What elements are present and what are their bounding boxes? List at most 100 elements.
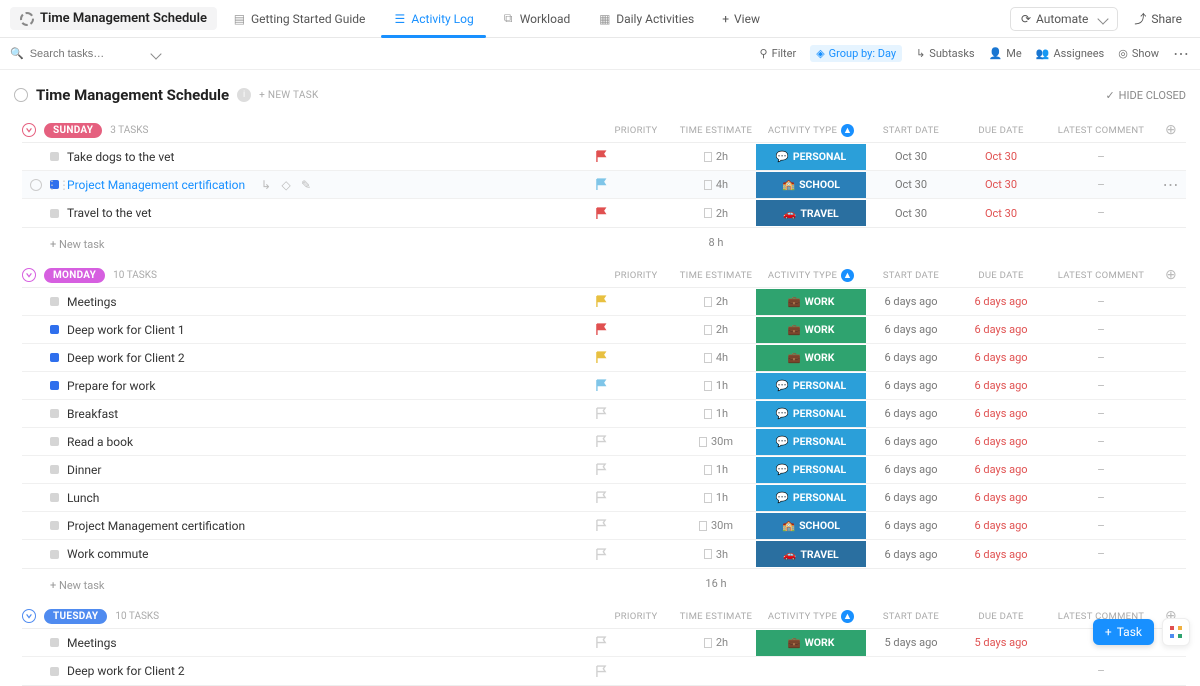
status-square[interactable] xyxy=(50,493,59,502)
priority-flag[interactable] xyxy=(596,351,607,364)
status-square[interactable] xyxy=(50,638,59,647)
priority-flag[interactable] xyxy=(596,665,607,678)
edit-icon[interactable]: ✎ xyxy=(299,178,313,192)
filter-button[interactable]: ⚲Filter xyxy=(760,47,797,60)
due-date-cell[interactable]: 6 days ago xyxy=(956,491,1046,504)
priority-flag[interactable] xyxy=(596,519,607,532)
due-date-cell[interactable]: 6 days ago xyxy=(956,519,1046,532)
status-square[interactable] xyxy=(50,465,59,474)
collapse-toggle[interactable] xyxy=(22,123,36,137)
subtasks-button[interactable]: ↳Subtasks xyxy=(916,47,975,60)
priority-flag[interactable] xyxy=(596,379,607,392)
start-date-cell[interactable]: 6 days ago xyxy=(866,295,956,308)
activity-type-tag[interactable]: 🏫SCHOOL xyxy=(756,513,866,539)
priority-flag[interactable] xyxy=(596,491,607,504)
status-square[interactable] xyxy=(50,152,59,161)
comment-cell[interactable]: – xyxy=(1046,379,1156,393)
due-date-cell[interactable]: Oct 30 xyxy=(956,150,1046,163)
new-task-button[interactable]: + New task xyxy=(22,573,104,594)
priority-flag[interactable] xyxy=(596,407,607,420)
view-tab-activity-log[interactable]: ☰Activity Log xyxy=(381,0,485,38)
chevron-down-icon[interactable] xyxy=(150,48,161,59)
task-row[interactable]: Meetings 2h 💼WORK 5 days ago 5 days ago … xyxy=(22,629,1186,657)
status-square[interactable] xyxy=(50,353,59,362)
time-estimate-cell[interactable]: 4h xyxy=(676,178,756,191)
activity-type-tag[interactable]: 💬PERSONAL xyxy=(756,401,866,427)
priority-flag[interactable] xyxy=(596,178,607,191)
activity-type-tag[interactable]: 💬PERSONAL xyxy=(756,429,866,455)
activity-type-tag[interactable]: 💼WORK xyxy=(756,630,866,656)
status-square[interactable] xyxy=(50,381,59,390)
time-estimate-cell[interactable]: 2h xyxy=(676,636,756,649)
time-estimate-cell[interactable]: 2h xyxy=(676,150,756,163)
col-estimate[interactable]: TIME ESTIMATE xyxy=(676,611,756,622)
status-square[interactable] xyxy=(50,437,59,446)
start-date-cell[interactable]: 6 days ago xyxy=(866,463,956,476)
tag-icon[interactable]: ◇ xyxy=(279,178,293,192)
activity-type-tag[interactable]: 💼WORK xyxy=(756,317,866,343)
view-tab-workload[interactable]: ⧉Workload xyxy=(490,0,583,38)
col-activity-type[interactable]: ACTIVITY TYPE▲ xyxy=(756,269,866,282)
task-name[interactable]: Deep work for Client 2 xyxy=(67,351,185,365)
comment-cell[interactable]: – xyxy=(1046,206,1156,220)
priority-flag[interactable] xyxy=(596,207,607,220)
due-date-cell[interactable]: Oct 30 xyxy=(956,178,1046,191)
task-name[interactable]: Take dogs to the vet xyxy=(67,150,174,164)
collapse-toggle[interactable] xyxy=(22,609,36,623)
activity-type-tag[interactable]: 💼WORK xyxy=(756,289,866,315)
comment-cell[interactable]: – xyxy=(1046,463,1156,477)
comment-cell[interactable]: – xyxy=(1046,664,1156,678)
search-box[interactable]: 🔍 xyxy=(10,47,160,60)
comment-cell[interactable]: – xyxy=(1046,547,1156,561)
search-input[interactable] xyxy=(30,48,140,60)
comment-cell[interactable]: – xyxy=(1046,407,1156,421)
due-date-cell[interactable]: 6 days ago xyxy=(956,463,1046,476)
task-row[interactable]: Lunch 1h 💬PERSONAL 6 days ago 6 days ago… xyxy=(22,484,1186,512)
row-handle[interactable]: ⋮⋮ xyxy=(30,178,70,192)
status-square[interactable] xyxy=(50,667,59,676)
priority-flag[interactable] xyxy=(596,323,607,336)
start-date-cell[interactable]: 6 days ago xyxy=(866,435,956,448)
comment-cell[interactable]: – xyxy=(1046,295,1156,309)
status-square[interactable] xyxy=(50,209,59,218)
task-name[interactable]: Read a book xyxy=(67,435,133,449)
col-start-date[interactable]: START DATE xyxy=(866,270,956,281)
due-date-cell[interactable]: 6 days ago xyxy=(956,379,1046,392)
assignees-button[interactable]: 👥Assignees xyxy=(1036,47,1105,60)
view-tab-daily-activities[interactable]: ▦Daily Activities xyxy=(586,0,706,38)
due-date-cell[interactable]: 6 days ago xyxy=(956,407,1046,420)
start-date-cell[interactable]: 6 days ago xyxy=(866,407,956,420)
day-badge[interactable]: TUESDAY xyxy=(44,609,107,624)
due-date-cell[interactable]: 6 days ago xyxy=(956,323,1046,336)
status-square[interactable] xyxy=(50,409,59,418)
col-comment[interactable]: LATEST COMMENT xyxy=(1046,125,1156,136)
add-view-button[interactable]: + View xyxy=(710,0,772,38)
task-name[interactable]: Breakfast xyxy=(67,407,118,421)
activity-type-tag[interactable]: 💬PERSONAL xyxy=(756,485,866,511)
col-priority[interactable]: PRIORITY xyxy=(596,611,676,622)
task-row[interactable]: ⋮⋮ Project Management certification ↳◇✎ … xyxy=(22,171,1186,199)
comment-cell[interactable]: – xyxy=(1046,150,1156,164)
due-date-cell[interactable]: Oct 30 xyxy=(956,207,1046,220)
new-task-header-button[interactable]: + NEW TASK xyxy=(259,90,318,101)
task-row[interactable]: Work commute 3h 🚗TRAVEL 6 days ago 6 day… xyxy=(22,540,1186,568)
subtask-icon[interactable]: ↳ xyxy=(259,178,273,192)
task-name[interactable]: Deep work for Client 1 xyxy=(67,323,185,337)
due-date-cell[interactable]: 6 days ago xyxy=(956,548,1046,561)
task-row[interactable]: Breakfast 1h 💬PERSONAL 6 days ago 6 days… xyxy=(22,400,1186,428)
task-row[interactable]: Deep work for Client 2 4h 💼WORK 6 days a… xyxy=(22,344,1186,372)
start-date-cell[interactable]: Oct 30 xyxy=(866,207,956,220)
due-date-cell[interactable]: 6 days ago xyxy=(956,435,1046,448)
priority-flag[interactable] xyxy=(596,548,607,561)
automate-button[interactable]: ⟳ Automate xyxy=(1010,7,1118,31)
status-square[interactable] xyxy=(50,521,59,530)
priority-flag[interactable] xyxy=(596,150,607,163)
priority-flag[interactable] xyxy=(596,636,607,649)
comment-cell[interactable]: – xyxy=(1046,491,1156,505)
time-estimate-cell[interactable]: 1h xyxy=(676,407,756,420)
row-more-button[interactable]: ⋯ xyxy=(1163,175,1180,194)
start-date-cell[interactable]: 6 days ago xyxy=(866,379,956,392)
status-square[interactable] xyxy=(50,297,59,306)
activity-type-tag[interactable]: 💬PERSONAL xyxy=(756,373,866,399)
task-row[interactable]: Deep work for Client 2 – xyxy=(22,657,1186,685)
